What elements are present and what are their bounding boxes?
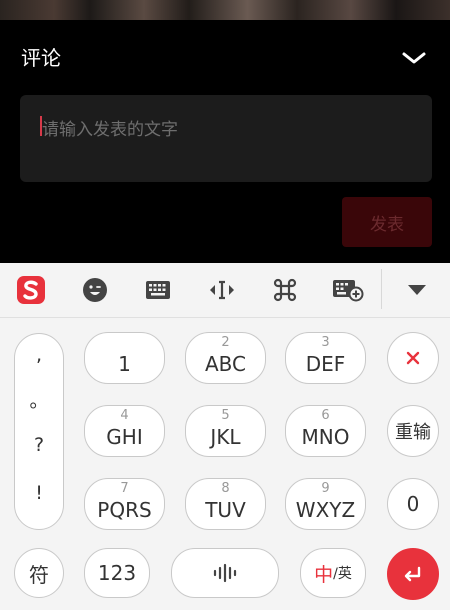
panel-title: 评论 <box>21 46 61 70</box>
voice-input-key[interactable] <box>171 548 279 598</box>
clipboard-keyboard-icon <box>333 280 364 302</box>
emoji-button[interactable] <box>75 273 115 307</box>
key-8-tuv[interactable]: 8 TUV <box>185 478 266 530</box>
symbol-key[interactable]: 符 <box>14 548 64 598</box>
delete-key[interactable] <box>387 332 439 384</box>
command-icon <box>273 278 297 302</box>
key-0[interactable]: 0 <box>387 478 439 530</box>
lang-chinese-label: 中 <box>314 563 334 586</box>
comment-placeholder: 请输入发表的文字 <box>42 120 178 140</box>
hide-keyboard-icon <box>408 285 426 295</box>
punct-comma-key[interactable]: , <box>15 344 63 366</box>
ime-toolbar <box>0 263 450 318</box>
key-9-wxyz[interactable]: 9 WXYZ <box>285 478 366 530</box>
hide-keyboard-button[interactable] <box>397 273 437 307</box>
collapse-button[interactable] <box>398 46 430 70</box>
keyboard-layout-button[interactable] <box>138 273 178 307</box>
key-3-def[interactable]: 3 DEF <box>285 332 366 384</box>
punct-period-key[interactable]: 。 <box>15 386 63 413</box>
key-5-jkl[interactable]: 5 JKL <box>185 405 266 457</box>
sogou-logo-button[interactable] <box>11 273 51 307</box>
reinput-key[interactable]: 重输 <box>387 405 439 457</box>
key-4-ghi[interactable]: 4 GHI <box>84 405 165 457</box>
comment-panel: 评论 请输入发表的文字 发表 <box>0 20 450 263</box>
command-button[interactable] <box>265 273 305 307</box>
key-2-abc[interactable]: 2 ABC <box>185 332 266 384</box>
publish-button[interactable]: 发表 <box>342 197 432 247</box>
voice-icon <box>213 563 237 583</box>
keyboard-icon <box>146 281 170 299</box>
enter-icon <box>404 566 421 582</box>
punctuation-column: , 。 ? ! <box>14 333 64 530</box>
emoji-icon <box>83 278 107 302</box>
toolbar-divider <box>381 269 382 309</box>
video-background <box>0 0 450 20</box>
cursor-move-icon <box>210 280 234 300</box>
language-toggle-key[interactable]: 中/英 <box>300 548 366 598</box>
chevron-down-icon <box>402 52 426 64</box>
punct-question-key[interactable]: ? <box>15 434 63 456</box>
key-1[interactable]: 1 <box>84 332 165 384</box>
delete-icon <box>406 351 420 365</box>
key-6-mno[interactable]: 6 MNO <box>285 405 366 457</box>
sogou-logo-icon <box>17 276 45 304</box>
lang-english-label: /英 <box>333 566 352 582</box>
punct-exclaim-key[interactable]: ! <box>15 482 63 504</box>
numeric-key[interactable]: 123 <box>84 548 150 598</box>
key-7-pqrs[interactable]: 7 PQRS <box>84 478 165 530</box>
cursor-move-button[interactable] <box>202 273 242 307</box>
enter-key[interactable] <box>387 548 439 600</box>
clipboard-keyboard-button[interactable] <box>328 273 368 307</box>
